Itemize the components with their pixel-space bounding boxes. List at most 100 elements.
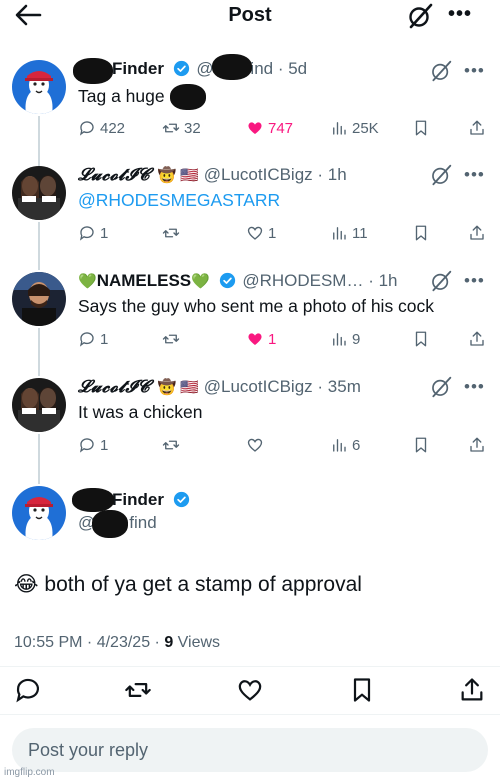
- views-button[interactable]: 9: [330, 328, 360, 350]
- reply-button[interactable]: 1: [78, 434, 108, 456]
- bookmark-icon[interactable]: [348, 676, 376, 704]
- reply-button[interactable]: 1: [78, 328, 108, 350]
- avatar[interactable]: [12, 166, 66, 220]
- reply-icon: [79, 226, 94, 241]
- thread-line: [38, 116, 40, 166]
- display-name[interactable]: Finder: [112, 490, 164, 509]
- views-count: 9: [352, 330, 361, 348]
- tweet-header: 𝓛𝓾𝓬𝓸𝓽𝓘𝓒 🤠 🇺🇸 @LucotICBigz · 35m: [78, 376, 361, 398]
- tweet-text: Tag a huge: [78, 86, 165, 106]
- more-icon[interactable]: •••: [464, 62, 485, 79]
- timestamp[interactable]: 10:55 PM · 4/23/25 ·: [14, 634, 164, 651]
- repost-icon: [162, 440, 180, 450]
- repost-button[interactable]: [162, 222, 184, 244]
- repost-icon: [162, 228, 180, 238]
- display-name[interactable]: 𝓛𝓾𝓬𝓸𝓽𝓘𝓒: [78, 165, 150, 185]
- avatar[interactable]: [12, 486, 66, 540]
- bookmark-button[interactable]: [412, 222, 434, 244]
- grok-icon[interactable]: [430, 164, 452, 186]
- like-button[interactable]: [246, 434, 268, 456]
- handle[interactable]: @RHODESM…: [242, 271, 363, 290]
- like-button[interactable]: 747: [246, 117, 293, 139]
- thread-line: [38, 222, 40, 270]
- share-icon: [470, 437, 484, 452]
- repost-icon: [162, 334, 180, 344]
- user-emojis: 🤠 🇺🇸: [157, 379, 200, 396]
- reply-button[interactable]: 1: [78, 222, 108, 244]
- views-count: 11: [352, 224, 368, 242]
- reply-icon: [79, 121, 94, 136]
- focus-text-body: both of ya get a stamp of approval: [44, 573, 362, 596]
- timestamp[interactable]: · 35m: [317, 377, 360, 396]
- avatar[interactable]: [12, 272, 66, 326]
- reply-icon: [79, 332, 94, 347]
- repost-button[interactable]: 32: [162, 117, 201, 139]
- reply-icon[interactable]: [14, 676, 42, 704]
- views-button[interactable]: 25K: [330, 117, 379, 139]
- heart-icon[interactable]: [236, 676, 264, 704]
- avatar[interactable]: [12, 378, 66, 432]
- grok-icon[interactable]: [430, 376, 452, 398]
- like-count: 1: [268, 330, 277, 348]
- tweet-actions: 422 32 747 25K: [78, 117, 488, 139]
- green-heart-icon: 💚: [191, 273, 210, 290]
- display-name[interactable]: NAMELESS: [97, 271, 191, 290]
- display-name[interactable]: Finder: [112, 59, 164, 78]
- bookmark-button[interactable]: [412, 434, 434, 456]
- handle[interactable]: @LucotICBigz: [204, 165, 313, 184]
- tweet-header: 𝓛𝓾𝓬𝓸𝓽𝓘𝓒 🤠 🇺🇸 @LucotICBigz · 1h: [78, 164, 347, 186]
- more-icon[interactable]: •••: [464, 166, 485, 183]
- repost-icon: [162, 123, 180, 133]
- reply-icon: [79, 438, 94, 453]
- header: Post •••: [0, 0, 500, 32]
- handle[interactable]: @LucotICBigz: [204, 377, 313, 396]
- avatar[interactable]: [12, 60, 66, 114]
- views-count: 9: [164, 634, 174, 651]
- like-button[interactable]: 1: [246, 328, 276, 350]
- more-icon[interactable]: •••: [464, 272, 485, 289]
- share-icon[interactable]: [458, 676, 486, 704]
- display-name[interactable]: 𝓛𝓾𝓬𝓸𝓽𝓘𝓒: [78, 377, 150, 397]
- timestamp[interactable]: · 5d: [278, 59, 307, 78]
- share-button[interactable]: [468, 328, 490, 350]
- reply-button[interactable]: 422: [78, 117, 125, 139]
- share-button[interactable]: [468, 434, 490, 456]
- grok-icon[interactable]: [407, 3, 433, 29]
- bookmark-icon: [415, 120, 427, 136]
- reply-count: 1: [100, 330, 109, 348]
- views-chart-icon: [333, 333, 346, 346]
- verified-badge-icon: [173, 491, 189, 508]
- post-actions: [0, 672, 500, 706]
- share-button[interactable]: [468, 222, 490, 244]
- more-icon[interactable]: •••: [448, 4, 472, 24]
- reply-count: 422: [100, 119, 126, 137]
- repost-button[interactable]: [162, 434, 184, 456]
- grok-icon[interactable]: [430, 60, 452, 82]
- bookmark-button[interactable]: [412, 117, 434, 139]
- more-icon[interactable]: •••: [464, 378, 485, 395]
- green-heart-icon: 💚: [78, 273, 97, 290]
- handle-suffix: find: [129, 513, 157, 532]
- share-icon: [470, 120, 484, 135]
- views-button[interactable]: 11: [330, 222, 368, 244]
- mention-link[interactable]: @RHODESMEGASTARR: [78, 190, 280, 211]
- grok-icon[interactable]: [430, 270, 452, 292]
- bookmark-icon: [415, 437, 427, 453]
- like-button[interactable]: 1: [246, 222, 276, 244]
- share-icon: [470, 225, 484, 240]
- views-count: 25K: [352, 119, 379, 137]
- views-chart-icon: [333, 227, 346, 240]
- bookmark-icon: [415, 331, 427, 347]
- timestamp[interactable]: · 1h: [317, 165, 346, 184]
- repost-count: 32: [184, 119, 201, 137]
- bookmark-button[interactable]: [412, 328, 434, 350]
- reply-input[interactable]: Post your reply: [12, 728, 488, 772]
- repost-icon[interactable]: [124, 676, 152, 704]
- laughing-emoji-icon: 😂: [14, 573, 39, 596]
- verified-badge-icon: [219, 272, 235, 289]
- share-button[interactable]: [468, 117, 490, 139]
- heart-icon: [247, 226, 263, 240]
- timestamp[interactable]: · 1h: [368, 271, 397, 290]
- views-button[interactable]: 6: [330, 434, 360, 456]
- repost-button[interactable]: [162, 328, 184, 350]
